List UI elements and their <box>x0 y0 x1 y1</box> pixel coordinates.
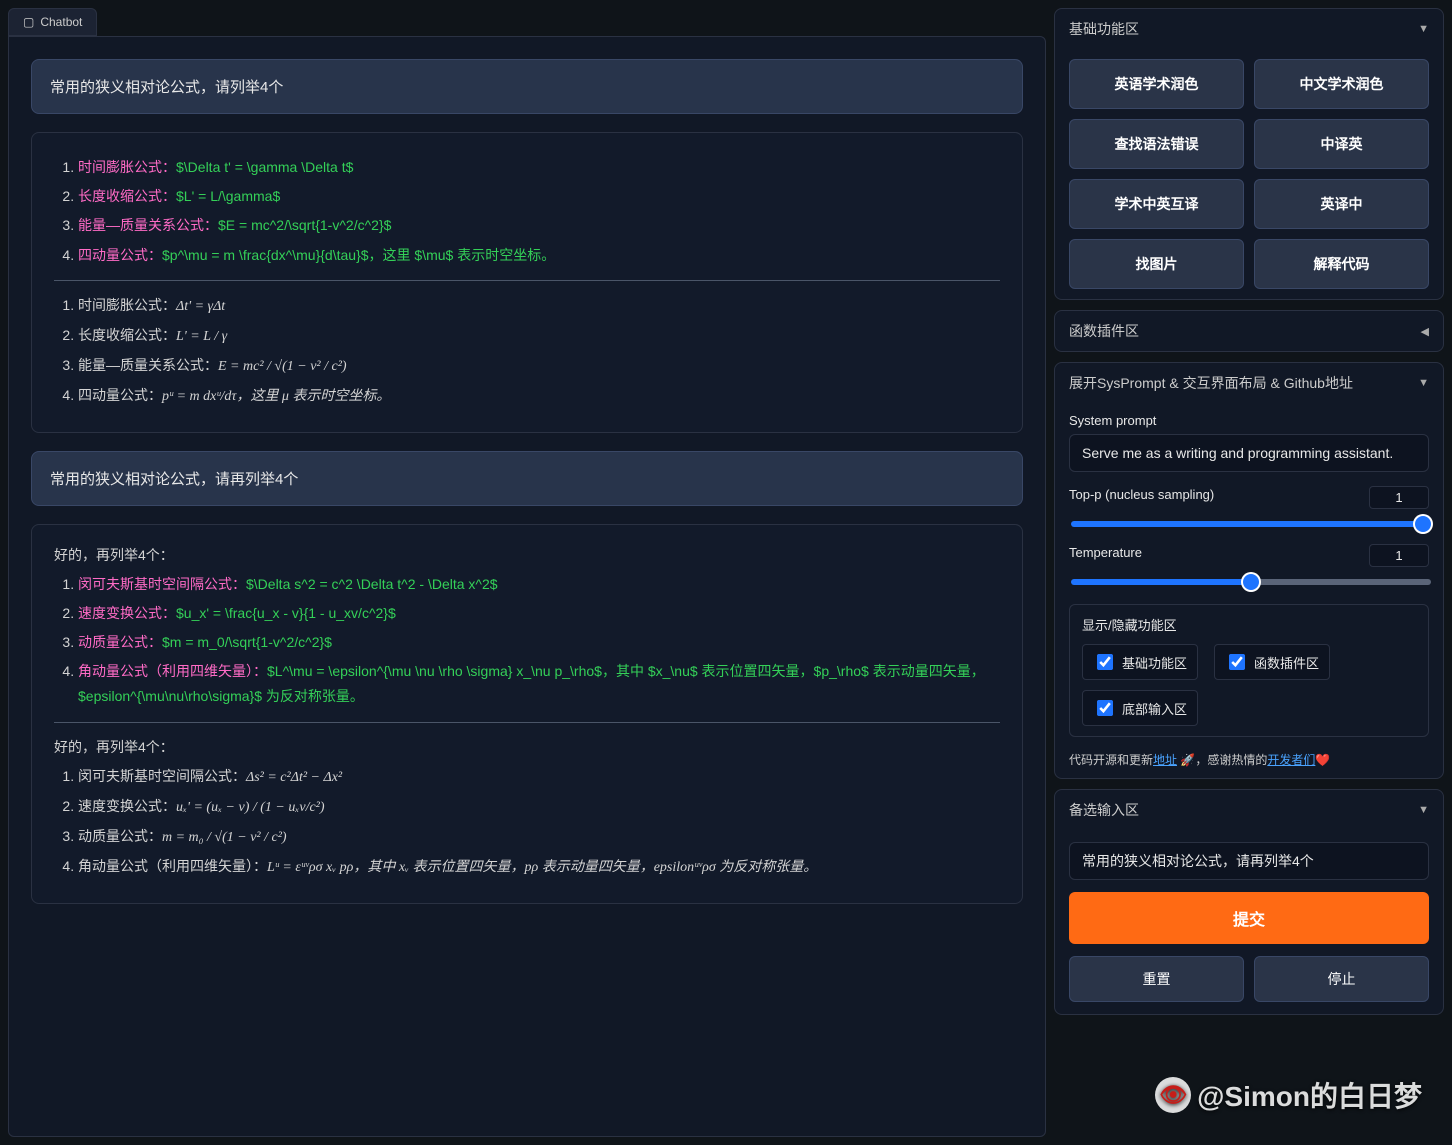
link-source[interactable]: 地址 <box>1153 753 1177 767</box>
user-message: 常用的狭义相对论公式，请再列举4个 <box>31 451 1023 506</box>
temperature-slider[interactable] <box>1071 579 1431 585</box>
reset-button[interactable]: 重置 <box>1069 956 1244 1002</box>
tab-chatbot[interactable]: ▢ Chatbot <box>8 8 97 36</box>
fn-btn-2[interactable]: 查找语法错误 <box>1069 119 1244 169</box>
sysprompt-label: System prompt <box>1069 413 1429 428</box>
conversation: 常用的狭义相对论公式，请列举4个 时间膨胀公式：$\Delta t' = \ga… <box>8 36 1046 1137</box>
temperature-label: Temperature <box>1069 545 1142 560</box>
panel-alt-input-header[interactable]: 备选输入区 ▼ <box>1055 790 1443 830</box>
topp-value: 1 <box>1369 486 1429 509</box>
panel-basic-header[interactable]: 基础功能区 ▼ <box>1055 9 1443 49</box>
rocket-icon: 🚀 <box>1180 753 1195 767</box>
chevron-down-icon: ▼ <box>1418 804 1429 816</box>
toggle-basic[interactable]: 基础功能区 <box>1082 644 1198 680</box>
panel-basic: 基础功能区 ▼ 英语学术润色 中文学术润色 查找语法错误 中译英 学术中英互译 … <box>1054 8 1444 300</box>
stop-button[interactable]: 停止 <box>1254 956 1429 1002</box>
chevron-down-icon: ▼ <box>1418 377 1429 389</box>
topp-label: Top-p (nucleus sampling) <box>1069 487 1214 502</box>
fn-btn-7[interactable]: 解释代码 <box>1254 239 1429 289</box>
user-message: 常用的狭义相对论公式，请列举4个 <box>31 59 1023 114</box>
chevron-left-icon: ◀ <box>1421 325 1429 338</box>
bot-message: 时间膨胀公式：$\Delta t' = \gamma \Delta t$ 长度收… <box>31 132 1023 433</box>
panel-sysprompt: 展开SysPrompt & 交互界面布局 & Github地址 ▼ System… <box>1054 362 1444 779</box>
temperature-value: 1 <box>1369 544 1429 567</box>
heart-icon: ❤️ <box>1315 753 1330 767</box>
panel-plugins: 函数插件区 ◀ <box>1054 310 1444 352</box>
toggle-group: 显示/隐藏功能区 基础功能区 函数插件区 底部输入区 <box>1069 604 1429 737</box>
fn-btn-5[interactable]: 英译中 <box>1254 179 1429 229</box>
link-devs[interactable]: 开发者们 <box>1267 753 1315 767</box>
toggle-plugins[interactable]: 函数插件区 <box>1214 644 1330 680</box>
fn-btn-3[interactable]: 中译英 <box>1254 119 1429 169</box>
alt-input-field[interactable] <box>1069 842 1429 880</box>
panel-plugins-header[interactable]: 函数插件区 ◀ <box>1055 311 1443 351</box>
footer-text: 代码开源和更新地址 🚀，感谢热情的开发者们❤️ <box>1069 751 1429 768</box>
tab-label: Chatbot <box>40 15 82 29</box>
chat-icon: ▢ <box>23 15 34 29</box>
bot-message: 好的，再列举4个： 闵可夫斯基时空间隔公式：$\Delta s^2 = c^2 … <box>31 524 1023 904</box>
fn-btn-0[interactable]: 英语学术润色 <box>1069 59 1244 109</box>
panel-sysprompt-header[interactable]: 展开SysPrompt & 交互界面布局 & Github地址 ▼ <box>1055 363 1443 403</box>
fn-btn-1[interactable]: 中文学术润色 <box>1254 59 1429 109</box>
submit-button[interactable]: 提交 <box>1069 892 1429 944</box>
fn-btn-6[interactable]: 找图片 <box>1069 239 1244 289</box>
sysprompt-input[interactable] <box>1069 434 1429 472</box>
fn-btn-4[interactable]: 学术中英互译 <box>1069 179 1244 229</box>
watermark: 👁 @Simon的白日梦 <box>1155 1075 1422 1115</box>
panel-alt-input: 备选输入区 ▼ 提交 重置 停止 <box>1054 789 1444 1015</box>
weibo-icon: 👁 <box>1155 1077 1191 1113</box>
topp-slider[interactable] <box>1071 521 1431 527</box>
toggle-bottom-input[interactable]: 底部输入区 <box>1082 690 1198 726</box>
chevron-down-icon: ▼ <box>1418 23 1429 35</box>
